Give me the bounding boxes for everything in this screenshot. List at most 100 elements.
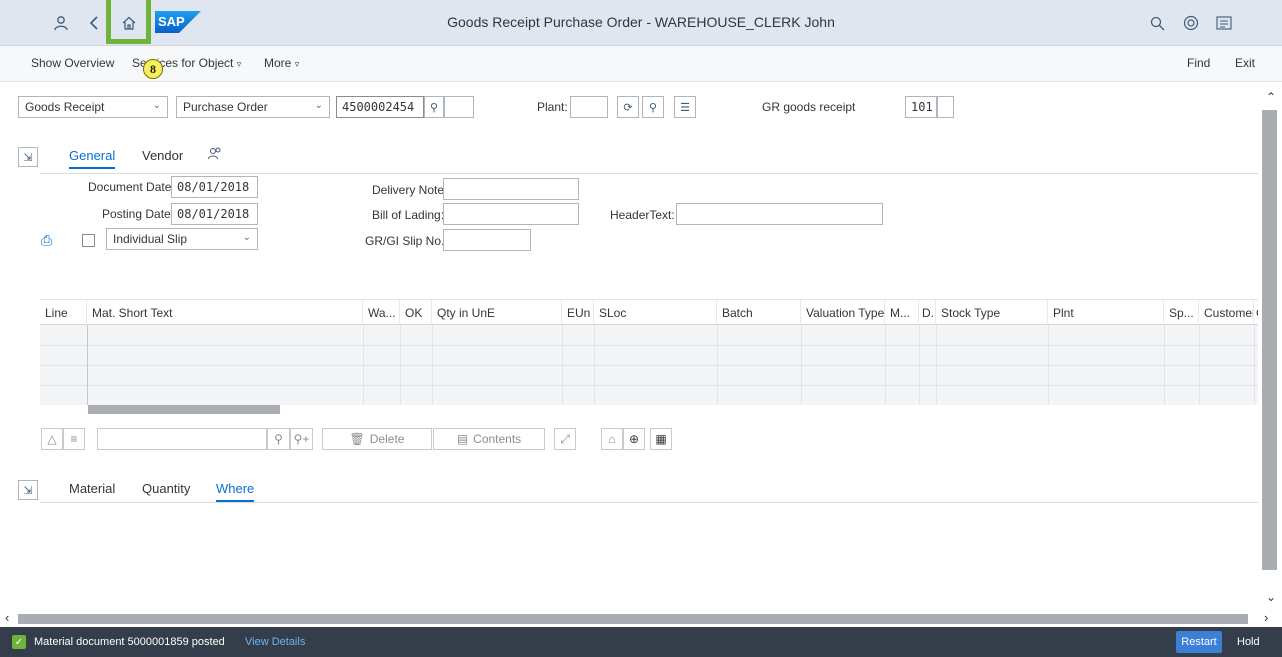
delivery-note-input[interactable] — [443, 178, 579, 200]
po-number-input[interactable]: 4500002454 — [336, 96, 424, 118]
col-special-stock[interactable]: Sp... — [1164, 299, 1199, 325]
tab-vendor[interactable]: Vendor — [142, 148, 183, 163]
col-plant[interactable]: Plnt — [1048, 299, 1164, 325]
col-divider — [1048, 325, 1049, 405]
reference-select[interactable]: Purchase Order ⌄ — [176, 96, 330, 118]
highlight-box — [106, 0, 151, 44]
slip-select[interactable]: Individual Slip ⌄ — [106, 228, 258, 250]
home-icon[interactable]: ⌂ — [601, 428, 623, 450]
calendar-icon[interactable]: ▦ — [650, 428, 672, 450]
col-eun[interactable]: EUn — [562, 299, 594, 325]
table-row — [40, 345, 1258, 346]
vertical-scrollbar[interactable]: ⌃ ⌄ — [1258, 82, 1282, 614]
refresh-icon[interactable]: ⟳ — [617, 96, 639, 118]
plant-input[interactable] — [570, 96, 608, 118]
tab-general[interactable]: General — [69, 148, 116, 169]
col-divider — [562, 325, 563, 405]
scroll-down-icon[interactable]: ⌄ — [1266, 590, 1276, 604]
col-valuation-type[interactable]: Valuation Type — [801, 299, 885, 325]
fullscreen-icon[interactable]: ⤢ — [554, 428, 576, 450]
exit-button[interactable]: Exit — [1235, 56, 1255, 70]
sort-up-icon[interactable]: △ — [41, 428, 63, 450]
post-date-input[interactable]: 08/01/2018 — [171, 203, 258, 225]
show-overview-button[interactable]: Show Overview — [31, 56, 114, 70]
add-icon[interactable]: ⊕ — [623, 428, 645, 450]
vscroll-thumb[interactable] — [1262, 110, 1277, 570]
col-customer[interactable]: Customer — [1199, 299, 1254, 325]
contents-button[interactable]: ▤ Contents — [433, 428, 545, 450]
col-batch[interactable]: Batch — [717, 299, 801, 325]
status-message: Material document 5000001859 posted — [34, 636, 225, 648]
find-button[interactable]: Find — [1187, 56, 1210, 70]
col-m[interactable]: M... — [885, 299, 919, 325]
col-qty[interactable]: Qty in UnE — [432, 299, 562, 325]
more-button[interactable]: More ▿ — [264, 56, 299, 70]
doc-date-input[interactable]: 08/01/2018 — [171, 176, 258, 198]
shell-bar: SAP Goods Receipt Purchase Order - WAREH… — [0, 0, 1282, 46]
delete-label: Delete — [369, 432, 405, 446]
col-mat-short-text[interactable]: Mat. Short Text — [87, 299, 363, 325]
success-check-icon: ✓ — [12, 635, 26, 649]
bill-of-lading-input[interactable] — [443, 203, 579, 225]
movement-type-input[interactable]: 101 — [905, 96, 937, 118]
chevron-down-icon: ▿ — [294, 59, 300, 69]
tab-partner-icon[interactable] — [208, 147, 222, 163]
back-icon[interactable] — [83, 12, 105, 34]
help-icon[interactable] — [1180, 12, 1202, 34]
action-select[interactable]: Goods Receipt ⌄ — [18, 96, 168, 118]
sort-down-icon[interactable]: ≡ — [63, 428, 85, 450]
col-line[interactable]: Line — [40, 299, 87, 325]
collapse-header-icon[interactable]: ⇲ — [18, 147, 38, 167]
col-divider — [87, 325, 88, 405]
chevron-down-icon: ⌄ — [314, 100, 323, 111]
header-text-input[interactable] — [676, 203, 883, 225]
col-divider — [1199, 325, 1200, 405]
col-sloc[interactable]: SLoc — [594, 299, 717, 325]
action-value: Goods Receipt — [25, 100, 105, 114]
contents-icon: ▤ — [456, 432, 469, 446]
sap-logo-text: SAP — [158, 14, 185, 29]
app-toolbar: Show Overview Services for Object ▿ More… — [0, 46, 1282, 82]
scroll-left-icon[interactable]: ‹ — [5, 610, 9, 625]
tab-divider — [40, 502, 1258, 503]
delete-button[interactable]: 🗑 Delete — [322, 428, 432, 450]
menu-icon[interactable] — [1213, 12, 1235, 34]
status-bar: ✓ Material document 5000001859 posted Vi… — [0, 627, 1282, 657]
po-item-input[interactable] — [444, 96, 474, 118]
doc-date-label: Document Date: — [88, 180, 175, 194]
slip-no-input[interactable] — [443, 229, 531, 251]
search-icon[interactable]: ⚲ — [642, 96, 664, 118]
sap-logo: SAP — [155, 11, 201, 33]
scroll-up-icon[interactable]: ⌃ — [1266, 90, 1276, 104]
movement-indicator-input[interactable] — [937, 96, 954, 118]
table-search-input[interactable] — [97, 428, 267, 450]
tab-where[interactable]: Where — [216, 481, 255, 502]
post-date-label: Posting Date: — [102, 207, 175, 221]
view-details-link[interactable]: View Details — [245, 636, 305, 648]
search-next-icon[interactable]: ⚲+ — [290, 428, 313, 450]
restart-button[interactable]: Restart — [1176, 631, 1222, 653]
tab-quantity[interactable]: Quantity — [142, 481, 190, 496]
search-icon[interactable] — [1146, 12, 1168, 34]
chevron-down-icon: ⌄ — [152, 100, 161, 111]
list-icon[interactable]: ☰ — [674, 96, 696, 118]
trash-icon: 🗑 — [349, 432, 365, 446]
col-d[interactable]: D.. — [919, 299, 936, 325]
table-hscroll-thumb[interactable] — [88, 405, 280, 414]
col-ok[interactable]: OK — [400, 299, 432, 325]
gr-label: GR goods receipt — [762, 100, 856, 114]
value-help-search-icon[interactable]: ⚲ — [424, 96, 444, 118]
hscroll-thumb[interactable] — [18, 614, 1248, 624]
bill-of-lading-label: Bill of Lading: — [372, 208, 445, 222]
printer-icon[interactable]: ⎙ — [41, 232, 52, 249]
search-icon[interactable]: ⚲ — [267, 428, 290, 450]
user-icon[interactable] — [50, 12, 72, 34]
scroll-right-icon[interactable]: › — [1264, 610, 1268, 625]
col-warehouse[interactable]: Wa... — [363, 299, 400, 325]
collapse-detail-icon[interactable]: ⇲ — [18, 480, 38, 500]
hold-button[interactable]: Hold — [1237, 636, 1260, 648]
col-stock-type[interactable]: Stock Type — [936, 299, 1048, 325]
horizontal-scrollbar[interactable]: ‹ › — [0, 610, 1282, 626]
print-checkbox[interactable] — [82, 234, 95, 247]
tab-material[interactable]: Material — [69, 481, 115, 496]
